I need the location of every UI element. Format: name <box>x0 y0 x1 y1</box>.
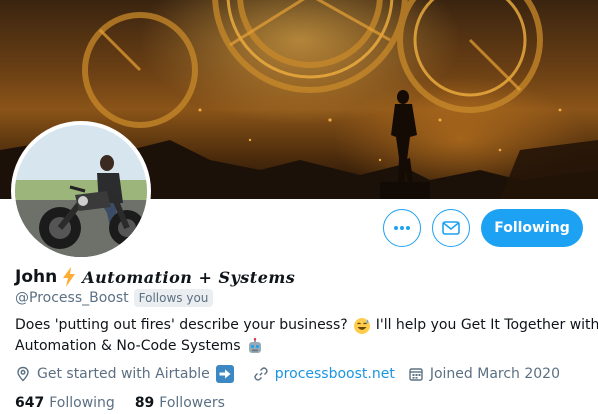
location-text: Get started with Airtable <box>37 366 210 382</box>
avatar[interactable] <box>11 121 151 261</box>
more-button[interactable] <box>383 209 421 247</box>
link-icon <box>253 366 275 382</box>
handle-row: @Process_Boost Follows you <box>15 288 214 308</box>
following-count: 647 <box>15 395 45 411</box>
profile-name: John Automation + Systems <box>15 264 295 290</box>
following-button[interactable]: Following <box>481 209 583 247</box>
website-link[interactable]: processboost.net <box>275 366 395 382</box>
location-item: Get started with Airtable <box>15 365 240 383</box>
display-name-tagline: Automation + Systems <box>82 267 296 287</box>
more-icon <box>393 225 411 231</box>
sweat-smile-emoji <box>353 317 371 335</box>
lightning-bolt-icon <box>62 267 76 287</box>
followers-count-link[interactable]: 89 Followers <box>135 395 225 411</box>
joined-date: Joined March 2020 <box>429 366 560 382</box>
followers-label: Followers <box>159 395 225 411</box>
follows-you-badge: Follows you <box>133 289 214 307</box>
following-label: Following <box>49 395 115 411</box>
followers-count: 89 <box>134 395 155 411</box>
robot-emoji <box>246 337 264 356</box>
bio-text-part2: I'll help you Get It Together with <box>375 317 598 333</box>
envelope-icon <box>442 221 460 235</box>
display-name: John <box>15 267 58 287</box>
profile-bio: Does 'putting out fires' describe your b… <box>15 315 598 357</box>
right-arrow-emoji <box>215 365 240 383</box>
username-handle: @Process_Boost <box>15 290 129 306</box>
joined-item: Joined March 2020 <box>408 366 560 382</box>
bio-text-part3: Automation & No-Code Systems <box>15 338 241 354</box>
profile-meta: Get started with Airtable processboost.n… <box>15 364 560 384</box>
message-button[interactable] <box>432 209 470 247</box>
calendar-icon <box>408 366 430 382</box>
location-pin-icon <box>15 366 37 382</box>
website-item[interactable]: processboost.net <box>253 366 395 382</box>
following-count-link[interactable]: 647 Following <box>15 395 115 411</box>
bio-text-part1: Does 'putting out fires' describe your b… <box>15 317 348 333</box>
follow-counts: 647 Following 89 Followers <box>15 393 225 413</box>
